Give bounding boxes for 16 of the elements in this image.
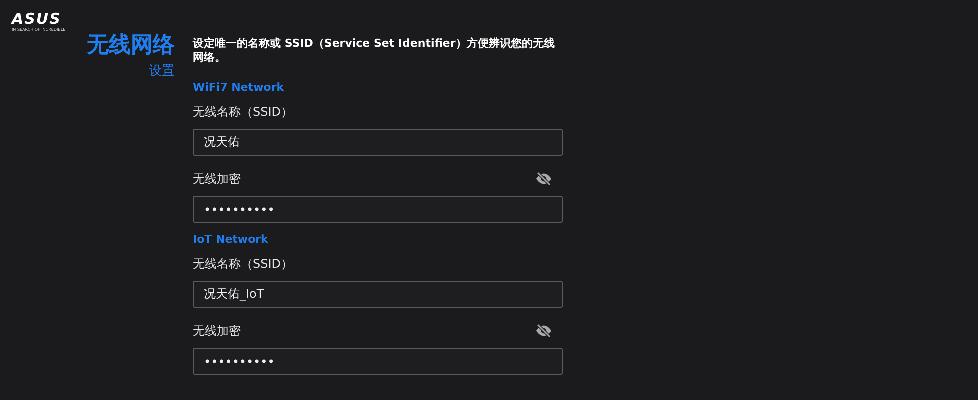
brand-logo: ASUS	[12, 12, 62, 27]
section-heading: WiFi7 Network	[193, 81, 286, 95]
field-label: 无线名称（SSID）	[193, 104, 294, 120]
password-field[interactable]: ••••••••••	[193, 196, 563, 223]
password-field[interactable]: ••••••••••	[193, 348, 563, 375]
ssid-field[interactable]: 况天佑_IoT	[193, 281, 563, 308]
field-label: 无线加密	[193, 322, 241, 340]
eye-slash-icon[interactable]	[535, 324, 553, 338]
section-heading: IoT Network	[193, 233, 270, 247]
ssid-field[interactable]: 况天佑	[193, 129, 563, 156]
page-title: 无线网络	[87, 32, 175, 60]
description-text: 设定唯一的名称或 SSID（Service Set Identifier）方便辨识您的无线网络。	[193, 37, 556, 65]
eye-slash-icon[interactable]	[535, 172, 553, 186]
page-subtitle: 设置	[149, 63, 175, 80]
field-label: 无线名称（SSID）	[193, 256, 294, 272]
field-label: 无线加密	[193, 170, 241, 188]
